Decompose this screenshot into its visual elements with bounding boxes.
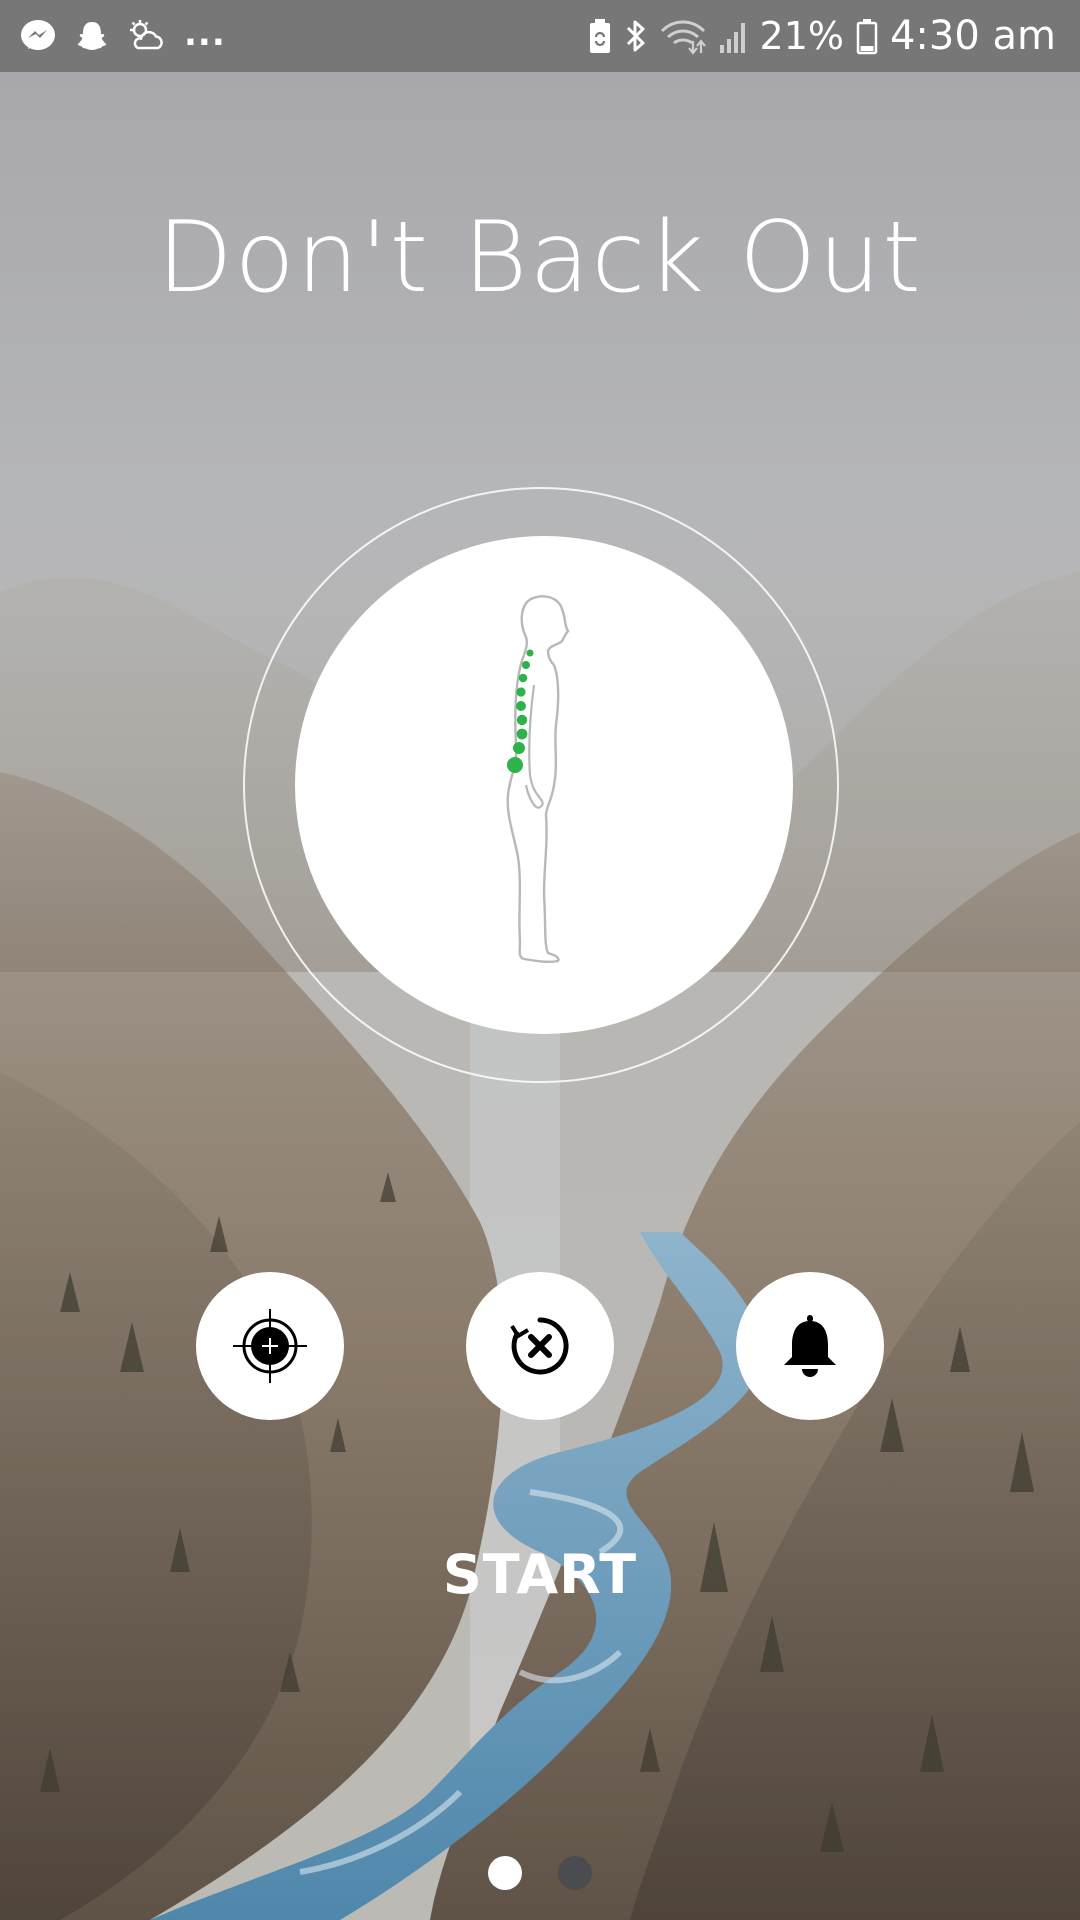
posture-figure-icon — [506, 595, 570, 964]
bluetooth-icon — [624, 16, 648, 56]
battery-saver-icon — [588, 16, 612, 56]
notifications-button[interactable] — [736, 1272, 884, 1420]
status-bar: ... 21% 4:30 am — [0, 0, 1080, 72]
weather-cloud-icon — [126, 16, 166, 56]
status-bar-notifications: ... — [18, 0, 226, 72]
page-indicator — [0, 1856, 1080, 1890]
page-dot-1[interactable] — [488, 1856, 522, 1890]
page-dot-2[interactable] — [558, 1856, 592, 1890]
messenger-icon — [18, 16, 58, 56]
crosshair-icon — [233, 1309, 307, 1383]
cancel-rotate-icon — [510, 1317, 569, 1375]
status-clock: 4:30 am — [889, 13, 1056, 59]
app-title: Don't Back Out — [157, 201, 923, 315]
cancel-button[interactable] — [466, 1272, 614, 1420]
start-button[interactable]: START — [0, 1540, 1080, 1610]
posture-dial[interactable] — [295, 536, 793, 1034]
battery-percentage: 21% — [759, 14, 844, 58]
status-bar-system: 21% 4:30 am — [576, 0, 1056, 72]
notification-overflow: ... — [184, 14, 226, 54]
snapchat-icon — [72, 16, 112, 56]
signal-icon — [718, 16, 750, 56]
wifi-icon — [660, 16, 706, 56]
battery-icon — [856, 16, 878, 56]
bell-icon — [784, 1315, 836, 1377]
calibrate-button[interactable] — [196, 1272, 344, 1420]
